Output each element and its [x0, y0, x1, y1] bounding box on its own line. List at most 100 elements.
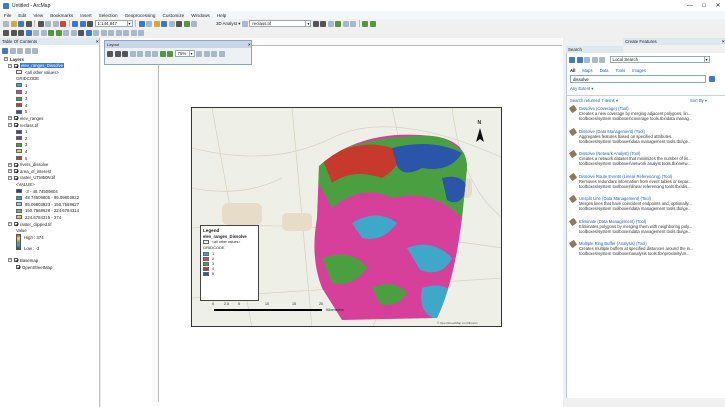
toc-layer-elev-ranges-dissolve[interactable]: − elev_ranges_Dissolve: [8, 63, 65, 69]
results-count[interactable]: Search returned 7 items ▾: [570, 98, 618, 103]
symbol-swatch[interactable]: [16, 202, 22, 207]
full-extent-icon[interactable]: [25, 29, 32, 36]
menu-bookmarks[interactable]: Bookmarks: [50, 13, 73, 18]
search-result-path[interactable]: toolboxes\system toolboxes\data manageme…: [579, 206, 719, 211]
pan-icon[interactable]: [18, 29, 24, 36]
expand-toggle-icon[interactable]: −: [8, 175, 12, 180]
create-features-title[interactable]: Create Features: [625, 39, 657, 44]
active-layer-combo[interactable]: reclass.tif ▾: [249, 20, 312, 27]
visibility-checkbox[interactable]: [16, 265, 20, 269]
modelbuilder-icon[interactable]: [183, 20, 190, 27]
symbol-swatch[interactable]: [16, 90, 22, 94]
search-result-path[interactable]: toolboxes\system toolboxes\analysis tool…: [579, 251, 719, 256]
menu-help[interactable]: Help: [217, 13, 226, 18]
forward-icon[interactable]: [576, 56, 583, 63]
time-slider-icon[interactable]: [138, 29, 144, 36]
visibility-checkbox[interactable]: [14, 169, 18, 174]
arcglobe-icon[interactable]: [369, 20, 376, 27]
interpolate-line-icon[interactable]: [312, 20, 319, 27]
toc-layer-openstreetmap[interactable]: OpenStreetMap: [16, 264, 52, 270]
print-icon[interactable]: [25, 20, 32, 27]
tab-maps[interactable]: Maps: [582, 68, 592, 73]
forward-extent-icon[interactable]: [55, 29, 62, 36]
symbol-swatch[interactable]: [16, 83, 22, 88]
expand-toggle-icon[interactable]: −: [8, 258, 12, 263]
zoom-100-icon[interactable]: [137, 50, 143, 57]
tab-tools[interactable]: Tools: [615, 68, 625, 73]
tab-data[interactable]: Data: [600, 68, 609, 73]
line-of-sight-icon[interactable]: [342, 20, 349, 27]
menu-insert[interactable]: Insert: [80, 13, 92, 18]
toc-layer-elev-ranges[interactable]: + elev_ranges: [8, 115, 43, 121]
visibility-checkbox[interactable]: [14, 162, 18, 167]
scale-bar[interactable]: 0 2.5 5 10 15 20 Kilometers: [212, 302, 344, 320]
symbol-swatch[interactable]: [16, 70, 22, 75]
tab-images[interactable]: Images: [632, 68, 646, 73]
select-features-icon[interactable]: [63, 29, 69, 36]
profile-graph-icon[interactable]: [327, 20, 334, 27]
layout-zoom-in-icon[interactable]: [107, 50, 113, 57]
symbol-swatch[interactable]: [16, 215, 22, 220]
list-by-selection-icon[interactable]: [24, 47, 31, 54]
fixed-zoom-in-icon[interactable]: [144, 50, 151, 57]
expand-toggle-icon[interactable]: +: [8, 169, 12, 174]
fixed-zoom-out-icon[interactable]: [152, 50, 158, 57]
arctoolbox-icon[interactable]: [168, 20, 175, 27]
data-driven-pages-icon[interactable]: [218, 50, 225, 57]
editor-toolbar-icon[interactable]: [138, 20, 145, 27]
symbol-swatch[interactable]: [16, 136, 22, 141]
list-by-drawing-order-icon[interactable]: [2, 47, 8, 54]
symbol-swatch[interactable]: [16, 149, 22, 154]
visibility-checkbox[interactable]: [14, 222, 18, 226]
list-by-source-icon[interactable]: [9, 47, 16, 54]
symbol-swatch[interactable]: [16, 195, 22, 200]
visibility-checkbox[interactable]: [14, 258, 18, 263]
layout-pan-icon[interactable]: [122, 50, 128, 57]
search-location-combo[interactable]: Local Search ▾: [609, 56, 710, 63]
toc-layer-rivers-dissolve[interactable]: + rivers_dissolve: [8, 162, 48, 168]
close-icon[interactable]: ✕: [721, 39, 725, 45]
search-result-path[interactable]: toolboxes\system toolboxes\linear refere…: [579, 184, 719, 189]
menu-selection[interactable]: Selection: [99, 13, 118, 18]
cut-icon[interactable]: [37, 20, 44, 27]
options-icon[interactable]: [32, 47, 38, 54]
sort-by[interactable]: Sort By ▾: [690, 98, 707, 103]
select-elements-icon[interactable]: [78, 29, 84, 36]
close-button[interactable]: ✕: [711, 0, 725, 11]
maximize-button[interactable]: □: [697, 0, 711, 11]
redo-icon[interactable]: [79, 20, 86, 27]
visibility-checkbox[interactable]: [14, 123, 18, 127]
search-input[interactable]: [570, 75, 706, 83]
toggle-draft-mode-icon[interactable]: [196, 50, 202, 57]
toc-layer-area-of-interest[interactable]: + area_of_interest: [8, 168, 51, 174]
interpolate-point-icon[interactable]: [320, 20, 327, 27]
symbol-swatch[interactable]: [16, 129, 22, 134]
symbol-swatch[interactable]: [16, 208, 22, 213]
fixed-zoom-in-icon[interactable]: [33, 29, 39, 36]
html-popup-icon[interactable]: [100, 29, 107, 36]
list-by-visibility-icon[interactable]: [17, 47, 23, 54]
toc-layers-root[interactable]: − Layers: [4, 56, 24, 62]
layout-zoom-out-icon[interactable]: [114, 50, 121, 57]
tab-all[interactable]: All: [570, 68, 575, 73]
symbol-swatch[interactable]: [16, 189, 22, 193]
menu-edit[interactable]: Edit: [18, 13, 26, 18]
zoom-whole-page-icon[interactable]: [129, 50, 136, 57]
visibility-checkbox[interactable]: [14, 63, 18, 68]
expand-toggle-icon[interactable]: −: [8, 63, 12, 68]
search-result-path[interactable]: toolboxes\system toolboxes\coverage tool…: [579, 116, 719, 121]
zoom-in-icon[interactable]: [3, 29, 9, 36]
steepest-path-icon[interactable]: [335, 20, 342, 27]
expand-toggle-icon[interactable]: −: [8, 123, 12, 127]
search-result-path[interactable]: toolboxes\system toolboxes\data manageme…: [579, 139, 719, 144]
index-icon[interactable]: [599, 56, 605, 63]
visibility-checkbox[interactable]: [14, 175, 18, 180]
search-result-path[interactable]: toolboxes\system toolboxes\data manageme…: [579, 229, 719, 234]
delete-icon[interactable]: [60, 20, 66, 27]
back-icon[interactable]: [569, 56, 575, 63]
symbol-swatch[interactable]: [16, 96, 22, 101]
search-options-icon[interactable]: [591, 56, 598, 63]
copy-icon[interactable]: [45, 20, 51, 27]
paste-icon[interactable]: [52, 20, 59, 27]
toc-layer-raster-utm50n[interactable]: − raster_UTM50N.tif: [8, 175, 55, 181]
